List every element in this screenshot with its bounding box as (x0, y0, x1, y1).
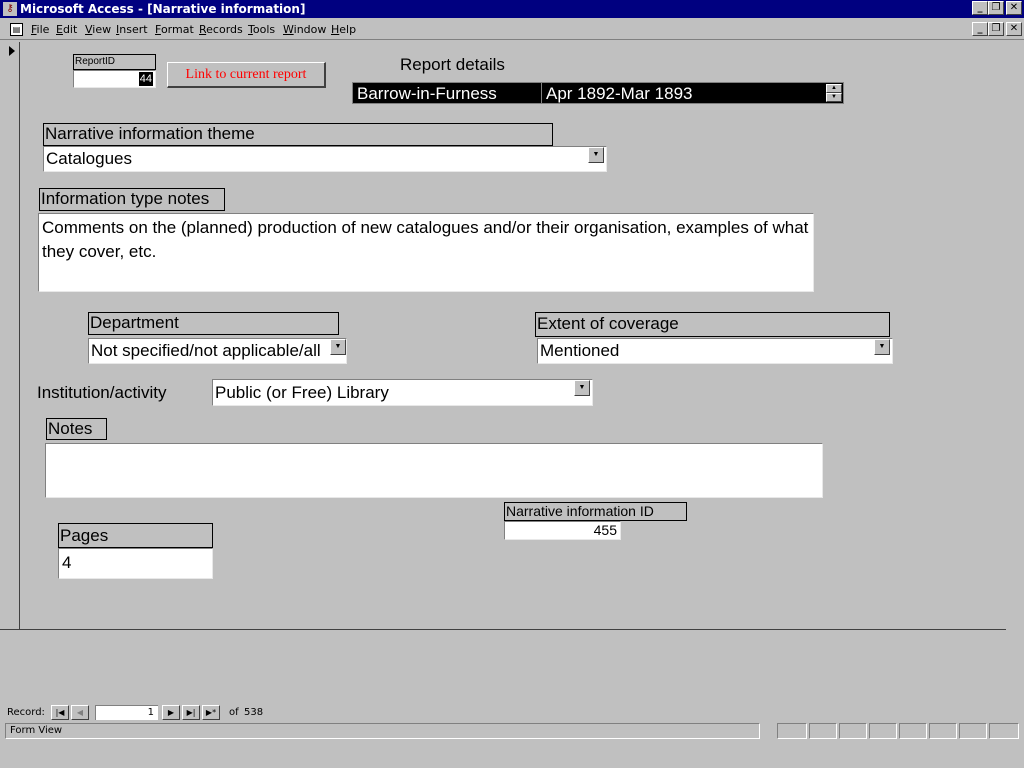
menu-records[interactable]: Records (199, 23, 243, 37)
record-label: Record: (7, 707, 45, 718)
report-id-value: 44 (138, 72, 153, 86)
last-record-icon[interactable]: ▶| (182, 705, 200, 720)
menu-edit[interactable]: Edit (56, 23, 77, 37)
menu-view[interactable]: View (85, 23, 111, 37)
record-number-input[interactable]: 1 (95, 705, 158, 720)
form-bottom-divider (0, 629, 1006, 630)
menu-help[interactable]: Help (331, 23, 356, 37)
pages-field[interactable]: 4 (58, 548, 213, 579)
status-pane-6 (929, 723, 957, 739)
doc-minimize-button[interactable]: _ (972, 22, 988, 36)
type-notes-label: Information type notes (39, 188, 225, 211)
theme-combo[interactable]: Catalogues ▼ (43, 146, 607, 172)
report-id-label: ReportID (73, 54, 156, 70)
menu-tools[interactable]: Tools (248, 23, 275, 37)
extent-value: Mentioned (540, 341, 620, 360)
narrative-id-label: Narrative information ID (504, 502, 687, 521)
menu-bar: ▤ File Edit View Insert Format Records T… (0, 20, 1024, 40)
first-record-icon[interactable]: |◀ (51, 705, 69, 720)
theme-label: Narrative information theme (43, 123, 553, 146)
report-id-field[interactable]: 44 (73, 70, 156, 88)
status-pane-4 (869, 723, 897, 739)
title-bar: ⚷ Microsoft Access - [Narrative informat… (0, 0, 1024, 18)
total-records: 538 (244, 707, 264, 718)
extent-combo[interactable]: Mentioned ▼ (537, 338, 893, 364)
doc-restore-button[interactable]: ❐ (988, 22, 1004, 36)
notes-label: Notes (46, 418, 107, 440)
department-label: Department (88, 312, 339, 335)
access-key-icon[interactable]: ⚷ (3, 2, 17, 16)
pages-label: Pages (58, 523, 213, 548)
previous-record-icon[interactable]: ◀ (71, 705, 89, 720)
menu-window[interactable]: Window (283, 23, 326, 37)
theme-dropdown-icon[interactable]: ▼ (588, 147, 604, 163)
menu-file[interactable]: File (31, 23, 49, 37)
status-pane-8 (989, 723, 1019, 739)
extent-dropdown-icon[interactable]: ▼ (874, 339, 890, 355)
scroll-down-icon[interactable]: ▼ (826, 93, 842, 102)
status-pane-7 (959, 723, 987, 739)
status-pane-3 (839, 723, 867, 739)
record-selector[interactable] (2, 42, 20, 630)
window-title: Microsoft Access - [Narrative informatio… (20, 2, 306, 16)
link-to-current-report-button[interactable]: Link to current report (167, 62, 326, 88)
report-place: Barrow-in-Furness (357, 84, 497, 103)
status-pane-2 (809, 723, 837, 739)
institution-dropdown-icon[interactable]: ▼ (574, 380, 590, 396)
column-divider (541, 83, 542, 103)
department-dropdown-icon[interactable]: ▼ (330, 339, 346, 355)
narrative-id-field[interactable]: 455 (504, 521, 621, 540)
menu-insert[interactable]: Insert (116, 23, 148, 37)
of-label: of (229, 707, 239, 718)
extent-label: Extent of coverage (535, 312, 890, 337)
institution-value: Public (or Free) Library (215, 383, 389, 402)
department-combo[interactable]: Not specified/not applicable/all ▼ (88, 338, 347, 364)
form-document-icon[interactable]: ▤ (10, 23, 23, 36)
theme-value: Catalogues (46, 149, 133, 168)
institution-label: Institution/activity (37, 383, 167, 402)
close-button[interactable]: ✕ (1006, 1, 1022, 15)
menu-format[interactable]: Format (155, 23, 194, 37)
report-period: Apr 1892-Mar 1893 (546, 84, 693, 103)
status-text: Form View (5, 723, 760, 739)
institution-combo[interactable]: Public (or Free) Library ▼ (212, 379, 593, 406)
type-notes-textbox[interactable]: Comments on the (planned) production of … (38, 213, 814, 292)
scroll-up-icon[interactable]: ▲ (826, 84, 842, 93)
notes-textbox[interactable] (45, 443, 823, 498)
status-pane-5 (899, 723, 927, 739)
status-pane-1 (777, 723, 807, 739)
doc-close-button[interactable]: ✕ (1006, 22, 1022, 36)
restore-button[interactable]: ❐ (988, 1, 1004, 15)
current-record-arrow-icon (9, 46, 15, 56)
minimize-button[interactable]: _ (972, 1, 988, 15)
report-details-label: Report details (400, 55, 505, 74)
new-record-icon[interactable]: ▶* (202, 705, 220, 720)
department-value: Not specified/not applicable/all (91, 341, 321, 360)
next-record-icon[interactable]: ▶ (162, 705, 180, 720)
report-details-combo[interactable]: Barrow-in-Furness Apr 1892-Mar 1893 ▲ ▼ (352, 82, 844, 104)
